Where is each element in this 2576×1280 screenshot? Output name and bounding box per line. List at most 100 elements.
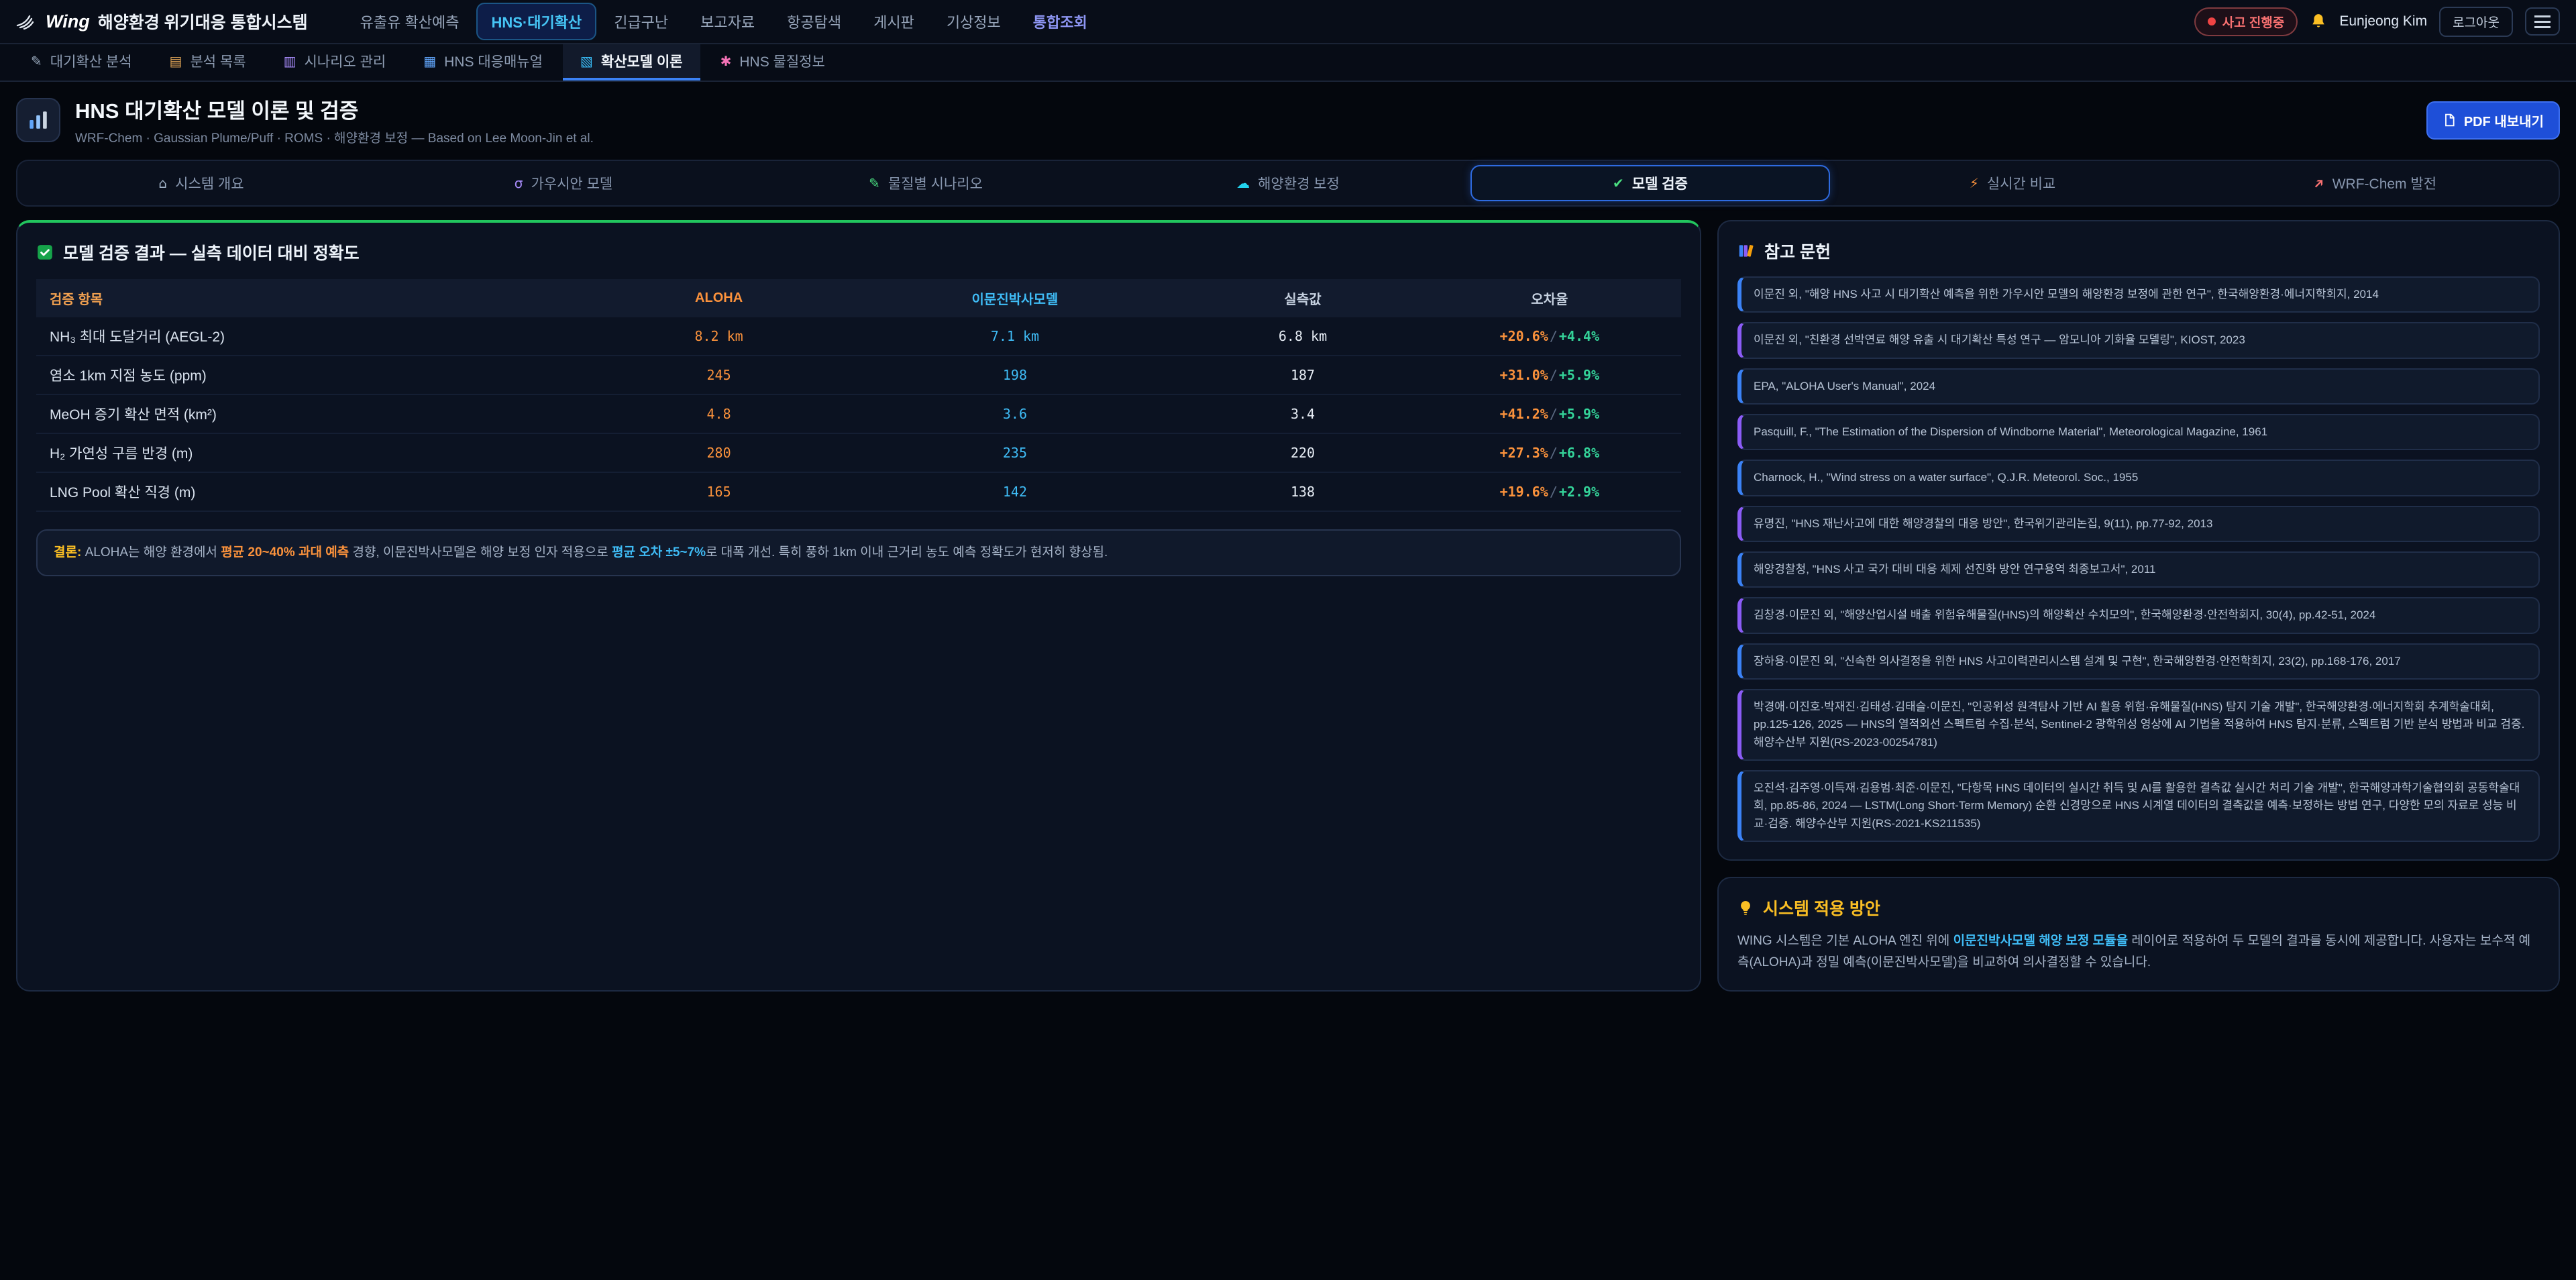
tab-substance-scenarios[interactable]: ✎물질별 시나리오 [746, 165, 1106, 201]
subnav-item-diffusion-model-theory[interactable]: ▧확산모델 이론 [563, 44, 700, 81]
cell-aloha-value: 280 [596, 433, 843, 472]
reference-item[interactable]: 김창경·이문진 외, "해양산업시설 배출 위험유해물질(HNS)의 해양확산 … [1737, 597, 2540, 633]
hamburger-line [2534, 26, 2551, 28]
reference-item[interactable]: 박경애·이진호·박재진·김태성·김태슬·이문진, "인공위성 원격탐사 기반 A… [1737, 689, 2540, 761]
tab-realtime-comparison[interactable]: ⚡실시간 비교 [1833, 165, 2192, 201]
cell-item: LNG Pool 확산 직경 (m) [36, 472, 596, 511]
nav-item-emergency-rescue[interactable]: 긴급구난 [599, 3, 683, 40]
references-title-text: 참고 문헌 [1764, 239, 1831, 263]
cell-aloha-value: 165 [596, 472, 843, 511]
cell-aloha-value: 4.8 [596, 394, 843, 433]
bar-chart-icon [27, 109, 50, 131]
pdf-export-label: PDF 내보내기 [2464, 111, 2544, 130]
reference-item[interactable]: Pasquill, F., "The Estimation of the Dis… [1737, 414, 2540, 450]
application-panel: 시스템 적용 방안 WING 시스템은 기본 ALOHA 엔진 위에 이문진박사… [1717, 877, 2560, 992]
validation-table: 검증 항목ALOHA이문진박사모델실측값오차율 NH₃ 최대 도달거리 (AEG… [36, 279, 1681, 512]
hamburger-line [2534, 21, 2551, 23]
table-row: H₂ 가연성 구름 반경 (m)280235220+27.3%/+6.8% [36, 433, 1681, 472]
nav-item-weather-info[interactable]: 기상정보 [932, 3, 1016, 40]
pdf-export-button[interactable]: PDF 내보내기 [2426, 101, 2560, 140]
check-icon: ✔ [1613, 176, 1624, 190]
error-lee-value: +5.9% [1559, 367, 1599, 383]
cell-measured-value: 3.4 [1187, 394, 1417, 433]
flask-icon: ✱ [720, 54, 732, 68]
text-segment: 평균 20~40% 과대 예측 [221, 545, 349, 559]
text-segment: 경향, 이문진박사모델은 해양 보정 인자 적용으로 [349, 545, 612, 559]
app-logo[interactable]: Wing 해양환경 위기대응 통합시스템 [16, 9, 308, 34]
error-aloha-value: +20.6% [1500, 328, 1548, 344]
references-panel: 참고 문헌 이문진 외, "해양 HNS 사고 시 대기확산 예측을 위한 가우… [1717, 220, 2560, 861]
error-separator: / [1548, 445, 1559, 461]
reference-item[interactable]: 유명진, "HNS 재난사고에 대한 해양경찰의 대응 방안", 한국위기관리논… [1737, 506, 2540, 542]
text-segment: 로 대폭 개선. 특히 풍하 1km 이내 근거리 농도 예측 정확도가 현저히… [706, 545, 1108, 559]
subnav-item-analysis-list[interactable]: ▤분석 목록 [152, 44, 264, 81]
subnav-item-label: HNS 물질정보 [739, 51, 824, 71]
reference-item[interactable]: 장하용·이문진 외, "신속한 의사결정을 위한 HNS 사고이력관리시스템 설… [1737, 643, 2540, 680]
cell-error-rate: +20.6%/+4.4% [1418, 317, 1681, 356]
tab-model-validation[interactable]: ✔모델 검증 [1470, 165, 1830, 201]
main-nav: 유출유 확산예측HNS·대기확산긴급구난보고자료항공탐색게시판기상정보통합조회 [345, 3, 2184, 40]
nav-item-integrated-search[interactable]: 통합조회 [1018, 3, 1102, 40]
rocket-icon: ➔ [2310, 174, 2327, 192]
tab-label: 실시간 비교 [1987, 173, 2055, 193]
books-icon [1737, 242, 1755, 260]
nav-item-hns-air-diffusion[interactable]: HNS·대기확산 [476, 3, 596, 40]
reference-item[interactable]: Charnock, H., "Wind stress on a water su… [1737, 460, 2540, 496]
tab-system-overview[interactable]: ⌂시스템 개요 [21, 165, 381, 201]
error-aloha-value: +41.2% [1500, 406, 1548, 422]
column-header-meas: 실측값 [1187, 279, 1417, 317]
bell-icon [2310, 13, 2327, 30]
logout-button[interactable]: 로그아웃 [2439, 7, 2513, 37]
content: 모델 검증 결과 — 실측 데이터 대비 정확도 검증 항목ALOHA이문진박사… [0, 220, 2576, 1008]
notification-bell-button[interactable] [2310, 13, 2327, 30]
validation-table-head-row: 검증 항목ALOHA이문진박사모델실측값오차율 [36, 279, 1681, 317]
reference-item[interactable]: 이문진 외, "해양 HNS 사고 시 대기확산 예측을 위한 가우시안 모델의… [1737, 276, 2540, 313]
subnav-item-hns-response-manual[interactable]: ▦HNS 대응매뉴얼 [406, 44, 560, 81]
tab-gaussian-model[interactable]: σ 가우시안 모델 [384, 165, 743, 201]
sigma-icon: σ [515, 176, 523, 190]
app-title: 해양환경 위기대응 통합시스템 [98, 9, 308, 34]
column-header-aloha: ALOHA [596, 279, 843, 317]
subnav-item-label: 분석 목록 [190, 51, 246, 71]
application-text: WING 시스템은 기본 ALOHA 엔진 위에 이문진박사모델 해양 보정 모… [1737, 930, 2540, 973]
cell-lee-model-value: 198 [842, 356, 1187, 394]
nav-item-oil-diffusion[interactable]: 유출유 확산예측 [345, 3, 474, 40]
cell-item: MeOH 증기 확산 면적 (km²) [36, 394, 596, 433]
app-root: { "topnav": { "logo": "Wing", "app_title… [0, 0, 2576, 1280]
logo-text: Wing [46, 11, 90, 32]
column-header-lee: 이문진박사모델 [842, 279, 1187, 317]
cell-measured-value: 138 [1187, 472, 1417, 511]
incident-status-badge[interactable]: 사고 진행중 [2194, 7, 2298, 36]
subnav-item-air-diffusion-analysis[interactable]: ✎대기확산 분석 [13, 44, 150, 81]
validation-panel-title: 모델 검증 결과 — 실측 데이터 대비 정확도 [36, 240, 1681, 264]
tab-label: 가우시안 모델 [531, 173, 612, 193]
tab-wrf-chem[interactable]: ➔WRF-Chem 발전 [2195, 165, 2555, 201]
nav-item-board[interactable]: 게시판 [859, 3, 929, 40]
hamburger-menu-button[interactable] [2525, 7, 2560, 36]
subnav-item-scenario-management[interactable]: ▥시나리오 관리 [266, 44, 404, 81]
cell-error-rate: +27.3%/+6.8% [1418, 433, 1681, 472]
table-row: NH₃ 최대 도달거리 (AEGL-2)8.2 km7.1 km6.8 km+2… [36, 317, 1681, 356]
page-header-text: HNS 대기확산 모델 이론 및 검증 WRF-Chem · Gaussian … [75, 94, 594, 146]
page-title: HNS 대기확산 모델 이론 및 검증 [75, 94, 594, 124]
subnav-item-label: 시나리오 관리 [304, 51, 386, 71]
document-icon [2443, 113, 2456, 127]
reference-item[interactable]: 해양경찰청, "HNS 사고 국가 대비 대응 체제 선진화 방안 연구용역 최… [1737, 551, 2540, 588]
reference-item[interactable]: EPA, "ALOHA User's Manual", 2024 [1737, 368, 2540, 405]
page-header: HNS 대기확산 모델 이론 및 검증 WRF-Chem · Gaussian … [0, 82, 2576, 156]
reference-item[interactable]: 오진석·김주영·이득재·김용범·최준·이문진, "다항목 HNS 데이터의 실시… [1737, 770, 2540, 842]
nav-item-aerial-search[interactable]: 항공탐색 [772, 3, 856, 40]
reference-item[interactable]: 이문진 외, "친환경 선박연료 해양 유출 시 대기확산 특성 연구 — 암모… [1737, 322, 2540, 358]
text-segment: 결론: [54, 545, 81, 559]
application-panel-title: 시스템 적용 방안 [1737, 896, 2540, 920]
right-column: 참고 문헌 이문진 외, "해양 HNS 사고 시 대기확산 예측을 위한 가우… [1717, 220, 2560, 992]
cell-lee-model-value: 7.1 km [842, 317, 1187, 356]
reference-list: 이문진 외, "해양 HNS 사고 시 대기확산 예측을 위한 가우시안 모델의… [1737, 276, 2540, 842]
lightbulb-icon [1737, 900, 1754, 916]
tab-marine-correction[interactable]: ☁해양환경 보정 [1108, 165, 1468, 201]
nav-item-reports[interactable]: 보고자료 [686, 3, 769, 40]
chart-icon: ▧ [580, 54, 593, 68]
error-aloha-value: +19.6% [1500, 484, 1548, 500]
validation-title-text: 모델 검증 결과 — 실측 데이터 대비 정확도 [63, 240, 360, 264]
subnav-item-hns-substance-info[interactable]: ✱ HNS 물질정보 [703, 44, 843, 81]
